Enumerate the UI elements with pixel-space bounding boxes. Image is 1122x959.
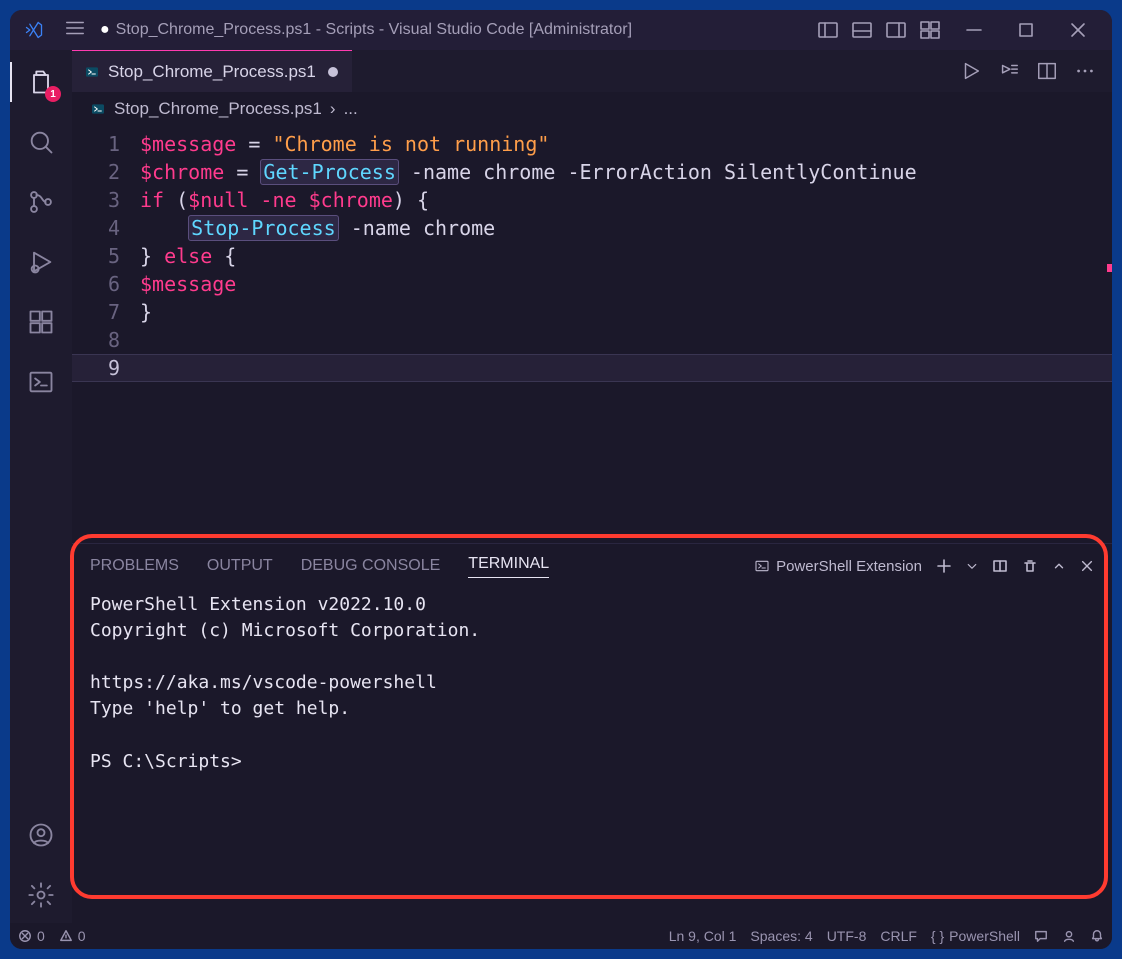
status-ln-col[interactable]: Ln 9, Col 1 [669,928,737,944]
terminal-output[interactable]: PowerShell Extension v2022.10.0 Copyrigh… [72,588,1112,779]
run-debug-tab[interactable] [25,246,57,278]
title-bar: ● Stop_Chrome_Process.ps1 - Scripts - Vi… [10,10,1112,50]
extensions-tab[interactable] [25,306,57,338]
powershell-file-icon [90,101,106,117]
window-title: Stop_Chrome_Process.ps1 - Scripts - Visu… [116,21,632,39]
terminal-dropdown[interactable] [966,560,978,572]
editor-tab-active[interactable]: Stop_Chrome_Process.ps1 [72,50,352,92]
status-errors[interactable]: 0 [18,928,45,944]
breadcrumb[interactable]: Stop_Chrome_Process.ps1 › ... [72,92,1112,126]
run-selection-button[interactable] [998,60,1020,82]
app-menu-button[interactable] [64,17,86,44]
status-account-icon[interactable] [1062,929,1076,943]
window-controls [962,18,1090,42]
breadcrumb-file: Stop_Chrome_Process.ps1 [114,99,322,119]
search-tab[interactable] [25,126,57,158]
title-dirty-indicator: ● [100,21,110,39]
status-encoding[interactable]: UTF-8 [827,928,867,944]
toggle-panel-right-icon[interactable] [884,18,908,42]
status-bell-icon[interactable] [1090,929,1104,943]
explorer-tab[interactable]: 1 [25,66,57,98]
status-spaces[interactable]: Spaces: 4 [750,928,812,944]
status-language[interactable]: { }PowerShell [931,928,1020,944]
more-actions-button[interactable] [1074,60,1096,82]
status-warnings[interactable]: 0 [59,928,86,944]
explorer-badge: 1 [45,86,61,102]
kill-terminal-button[interactable] [1022,558,1038,574]
powershell-tab[interactable] [25,366,57,398]
run-file-button[interactable] [960,60,982,82]
main-editor-area: Stop_Chrome_Process.ps1 Stop_Chrome_Proc… [72,50,1112,923]
terminal-profile-selector[interactable]: PowerShell Extension [754,558,922,575]
customize-layout-icon[interactable] [918,18,942,42]
debug-console-tab[interactable]: DEBUG CONSOLE [301,557,441,575]
minimize-button[interactable] [962,18,986,42]
source-control-tab[interactable] [25,186,57,218]
vscode-window: ● Stop_Chrome_Process.ps1 - Scripts - Vi… [10,10,1112,949]
accounts-button[interactable] [25,819,57,851]
split-terminal-button[interactable] [992,558,1008,574]
maximize-panel-button[interactable] [1052,559,1066,573]
toggle-panel-bottom-icon[interactable] [850,18,874,42]
close-button[interactable] [1066,18,1090,42]
powershell-file-icon [84,64,100,80]
maximize-button[interactable] [1014,18,1038,42]
error-icon [18,929,32,943]
editor-tabs: Stop_Chrome_Process.ps1 [72,50,1112,92]
breadcrumb-separator: › [330,99,336,119]
panel-tabs: PROBLEMS OUTPUT DEBUG CONSOLE TERMINAL P… [72,544,1112,588]
bottom-panel: PROBLEMS OUTPUT DEBUG CONSOLE TERMINAL P… [72,543,1112,923]
layout-controls [816,18,942,42]
tab-dirty-dot [328,67,338,77]
code-editor[interactable]: 1$message = "Chrome is not running" 2$ch… [72,126,1112,543]
status-feedback-icon[interactable] [1034,929,1048,943]
settings-gear-button[interactable] [25,879,57,911]
editor-actions [960,50,1112,92]
activity-bar: 1 [10,50,72,923]
warning-icon [59,929,73,943]
tab-filename: Stop_Chrome_Process.ps1 [108,62,316,82]
breadcrumb-dots: ... [344,99,358,119]
vscode-logo-icon [24,20,44,40]
output-tab[interactable]: OUTPUT [207,557,273,575]
minimap-marker [1107,264,1112,272]
terminal-tab[interactable]: TERMINAL [468,555,549,578]
problems-tab[interactable]: PROBLEMS [90,557,179,575]
powershell-terminal-icon [754,558,770,574]
status-eol[interactable]: CRLF [880,928,917,944]
close-panel-button[interactable] [1080,559,1094,573]
split-editor-button[interactable] [1036,60,1058,82]
toggle-panel-left-icon[interactable] [816,18,840,42]
status-bar: 0 0 Ln 9, Col 1 Spaces: 4 UTF-8 CRLF { }… [10,923,1112,949]
new-terminal-button[interactable] [936,558,952,574]
